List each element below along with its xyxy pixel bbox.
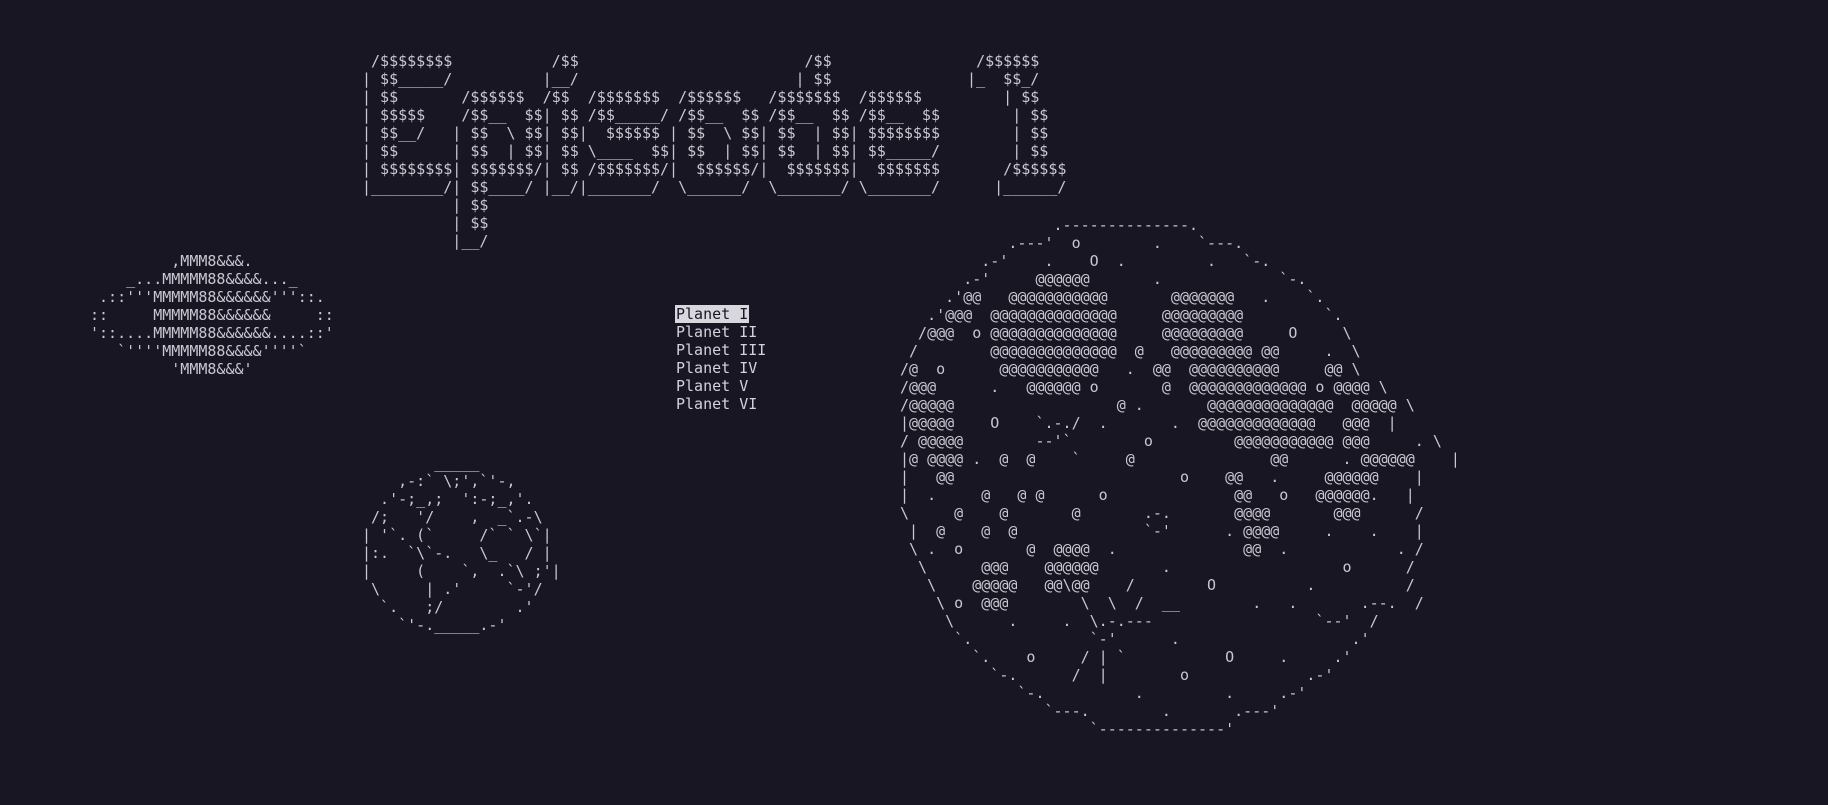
menu-item-label: Planet VI <box>676 395 758 413</box>
planet-selection-menu: Planet I Planet II Planet III Planet IV … <box>675 305 767 413</box>
menu-item-planet-i[interactable]: Planet I <box>675 305 767 323</box>
small-planet-ascii-art: _____ ,-:` \;',`'-, .'-;_,; ':-;_,'. /; … <box>362 454 561 634</box>
menu-item-label: Planet II <box>676 323 758 341</box>
menu-item-label: Planet III <box>676 341 767 359</box>
menu-item-planet-ii[interactable]: Planet II <box>675 323 767 341</box>
menu-item-label: Planet V <box>676 377 749 395</box>
menu-item-label: Planet I <box>675 305 750 323</box>
menu-item-planet-vi[interactable]: Planet VI <box>675 395 767 413</box>
menu-item-planet-iv[interactable]: Planet IV <box>675 359 767 377</box>
large-planet-ascii-art: .--------------. .---' o . `---. .-' . O… <box>900 216 1460 738</box>
menu-item-planet-iii[interactable]: Planet III <box>675 341 767 359</box>
menu-item-planet-v[interactable]: Planet V <box>675 377 767 395</box>
menu-item-label: Planet IV <box>676 359 758 377</box>
terminal-window: /$$$$$$$$ /$$ /$$ /$$$$$$ | $$_____/ |__… <box>0 0 1828 805</box>
ringed-planet-ascii-art: ,MMM8&&&. _...MMMMM88&&&&..._ .::'''MMMM… <box>90 252 334 378</box>
